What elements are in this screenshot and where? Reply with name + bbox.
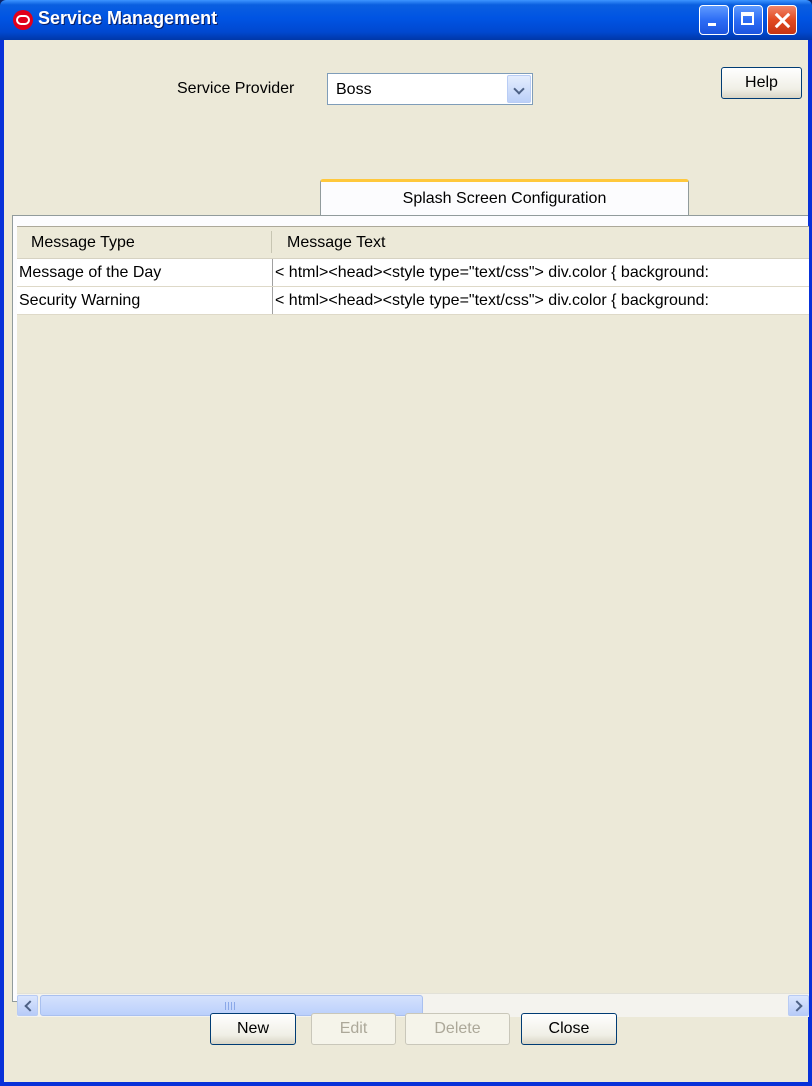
table-row[interactable]: Security Warning < html><head><style typ… — [17, 287, 809, 315]
tab-label: Splash Screen Configuration — [402, 190, 607, 207]
oracle-logo-icon — [13, 10, 33, 30]
cell-message-text: < html><head><style type="text/css"> div… — [275, 264, 709, 281]
maximize-button[interactable] — [733, 5, 763, 35]
table-header: Message Type Message Text — [17, 227, 809, 259]
column-header-message-text[interactable]: Message Text — [287, 234, 385, 252]
messages-table: Message Type Message Text Message of the… — [17, 226, 809, 995]
column-header-message-type[interactable]: Message Type — [31, 234, 135, 252]
chevron-down-icon[interactable] — [507, 75, 531, 103]
close-button-label: Close — [548, 1020, 590, 1037]
application-window: Service Management Service Provider Boss… — [0, 0, 812, 1086]
help-button[interactable]: Help — [721, 67, 802, 99]
new-button[interactable]: New — [210, 1013, 296, 1045]
minimize-button[interactable] — [699, 5, 729, 35]
button-bar: New Edit Delete Close — [4, 1002, 808, 1082]
tab-panel: Message Type Message Text Message of the… — [12, 215, 809, 1017]
edit-button-label: Edit — [339, 1020, 368, 1037]
tab-splash-screen-configuration[interactable]: Splash Screen Configuration — [320, 179, 689, 216]
window-border-bottom — [0, 1082, 812, 1086]
close-button[interactable]: Close — [521, 1013, 617, 1045]
service-provider-value: Boss — [336, 81, 372, 98]
window-client-area: Service Provider Boss Help Splash Screen… — [4, 40, 809, 1082]
edit-button[interactable]: Edit — [311, 1013, 396, 1045]
delete-button-label: Delete — [434, 1020, 481, 1037]
cell-message-text: < html><head><style type="text/css"> div… — [275, 292, 709, 309]
help-button-label: Help — [745, 74, 778, 91]
title-bar[interactable]: Service Management — [0, 0, 812, 40]
close-window-button[interactable] — [767, 5, 797, 35]
cell-message-type: Message of the Day — [17, 259, 273, 286]
service-provider-label: Service Provider — [177, 80, 295, 97]
service-provider-select[interactable]: Boss — [327, 73, 533, 105]
table-row[interactable]: Message of the Day < html><head><style t… — [17, 259, 809, 287]
window-title: Service Management — [38, 8, 218, 28]
new-button-label: New — [236, 1020, 269, 1037]
column-divider[interactable] — [271, 231, 272, 253]
delete-button[interactable]: Delete — [405, 1013, 510, 1045]
cell-message-type: Security Warning — [17, 287, 273, 314]
